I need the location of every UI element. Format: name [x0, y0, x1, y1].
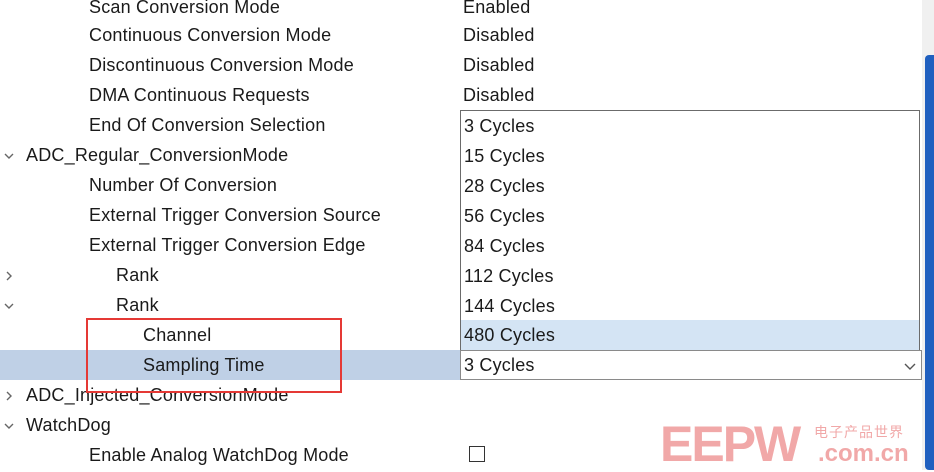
row-label: Enable Analog WatchDog Mode: [89, 445, 349, 465]
tree-row-scan-conversion-mode[interactable]: Scan Conversion Mode Enabled: [0, 0, 922, 22]
dropdown-option[interactable]: 84 Cycles: [461, 231, 919, 261]
tree-row-discontinuous-conversion-mode[interactable]: Discontinuous Conversion Mode Disabled: [0, 50, 922, 80]
chevron-down-icon[interactable]: [903, 357, 917, 371]
tree-row-sampling-time[interactable]: Sampling Time: [0, 350, 460, 380]
watermark-cn-text: 电子产品世界: [814, 425, 904, 441]
chevron-right-icon[interactable]: [2, 260, 16, 290]
chevron-right-icon[interactable]: [2, 380, 16, 410]
chevron-down-icon[interactable]: [2, 410, 16, 440]
dropdown-option[interactable]: 112 Cycles: [461, 261, 919, 291]
tree-row-adc-injected-conversionmode[interactable]: ADC_Injected_ConversionMode: [0, 380, 922, 410]
dropdown-option-highlighted[interactable]: 480 Cycles: [461, 320, 919, 350]
select-value: 3 Cycles: [464, 355, 535, 375]
dropdown-option[interactable]: 56 Cycles: [461, 201, 919, 231]
row-label: Continuous Conversion Mode: [89, 25, 332, 45]
row-label: Channel: [143, 325, 212, 345]
dropdown-option[interactable]: 144 Cycles: [461, 291, 919, 321]
watermark-brand: EEPW: [660, 416, 801, 472]
watermark-domain: .com.cn: [818, 440, 909, 467]
row-label: External Trigger Conversion Source: [89, 205, 381, 225]
row-value[interactable]: Disabled: [463, 80, 535, 110]
tree-row-dma-continuous-requests[interactable]: DMA Continuous Requests Disabled: [0, 80, 922, 110]
row-value[interactable]: Disabled: [463, 50, 535, 80]
sampling-time-dropdown-list[interactable]: 3 Cycles 15 Cycles 28 Cycles 56 Cycles 8…: [460, 110, 920, 350]
vertical-scrollbar-thumb[interactable]: [925, 55, 934, 470]
row-label: DMA Continuous Requests: [89, 85, 310, 105]
dropdown-option[interactable]: 3 Cycles: [461, 111, 919, 141]
row-label: Rank: [116, 265, 159, 285]
tree-row-continuous-conversion-mode[interactable]: Continuous Conversion Mode Disabled: [0, 20, 922, 50]
eepw-watermark-logo: EEPW 电子产品世界 .com.cn: [660, 418, 920, 470]
row-label: End Of Conversion Selection: [89, 115, 326, 135]
row-label: ADC_Regular_ConversionMode: [26, 145, 289, 165]
chevron-down-icon[interactable]: [2, 290, 16, 320]
analog-watchdog-checkbox[interactable]: [469, 446, 485, 462]
chevron-down-icon[interactable]: [2, 140, 16, 170]
row-label: Discontinuous Conversion Mode: [89, 55, 354, 75]
row-label: Sampling Time: [143, 355, 265, 375]
dropdown-option[interactable]: 15 Cycles: [461, 141, 919, 171]
row-label: Scan Conversion Mode: [89, 0, 281, 17]
row-label: External Trigger Conversion Edge: [89, 235, 366, 255]
row-label: Number Of Conversion: [89, 175, 278, 195]
dropdown-option[interactable]: 28 Cycles: [461, 171, 919, 201]
row-value[interactable]: Enabled: [463, 0, 530, 22]
row-value[interactable]: Disabled: [463, 20, 535, 50]
row-label: Rank: [116, 295, 159, 315]
row-label: ADC_Injected_ConversionMode: [26, 385, 289, 405]
row-label: WatchDog: [26, 415, 111, 435]
sampling-time-select[interactable]: 3 Cycles: [460, 350, 922, 380]
